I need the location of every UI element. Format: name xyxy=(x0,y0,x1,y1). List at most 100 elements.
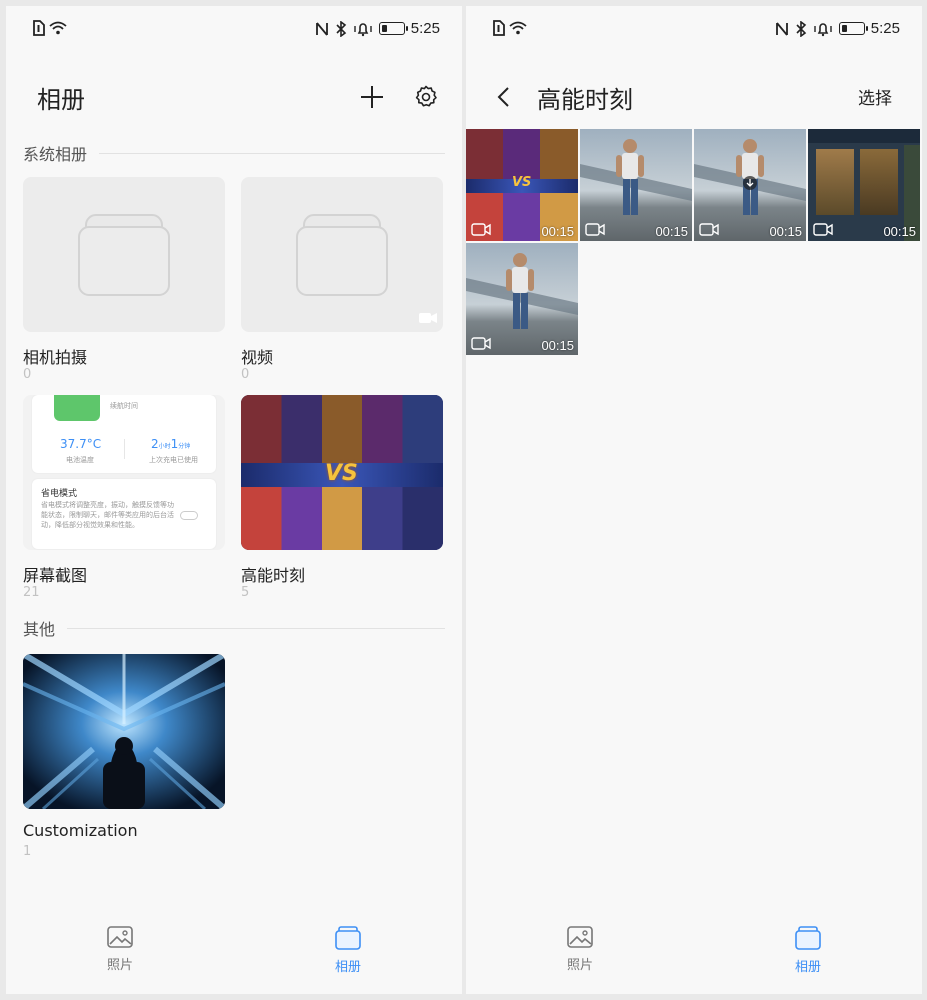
video-thumbnail[interactable]: 00:15 xyxy=(580,129,692,241)
game-portraits-bottom xyxy=(241,487,443,550)
wifi-icon xyxy=(49,21,67,35)
back-button[interactable] xyxy=(488,80,518,114)
album-thumbnail xyxy=(23,654,225,809)
video-camera-icon xyxy=(585,223,605,236)
album-count: 1 xyxy=(23,844,32,859)
page-title: 相册 xyxy=(37,86,85,114)
nav-photos[interactable]: 照片 xyxy=(6,920,234,994)
plus-icon xyxy=(361,86,383,108)
album-name: Customization xyxy=(23,821,138,840)
album-thumbnail: VS xyxy=(241,395,443,550)
album-screenshots[interactable]: 续航时间 37.7°C 电池温度 2小时1分钟 上次充电已使用 省电模式 省电模… xyxy=(23,395,225,601)
photo-icon xyxy=(107,926,133,948)
thumb-text: 续航时间 xyxy=(110,402,138,410)
album-name: 相机拍摄 xyxy=(23,348,88,367)
empty-album-icon xyxy=(78,213,170,296)
album-camera[interactable]: 相机拍摄 0 xyxy=(23,177,225,383)
thumb-mode-title: 省电模式 xyxy=(41,489,78,499)
divider xyxy=(99,152,445,154)
video-duration: 00:15 xyxy=(883,224,916,239)
album-count: 0 xyxy=(23,367,32,382)
game-character-image xyxy=(816,149,854,215)
nav-albums[interactable]: 相册 xyxy=(694,920,922,994)
status-bar: 5:25 xyxy=(6,6,462,54)
add-album-button[interactable] xyxy=(355,80,389,114)
bottom-nav: 照片 相册 xyxy=(6,920,462,994)
section-system-albums: 系统相册 xyxy=(23,141,445,165)
chevron-left-icon xyxy=(497,87,509,107)
video-duration: 00:15 xyxy=(541,224,574,239)
album-count: 0 xyxy=(241,367,250,382)
status-time: 5:25 xyxy=(870,20,900,37)
divider xyxy=(67,627,445,629)
nav-label: 相册 xyxy=(794,960,821,975)
album-name: 高能时刻 xyxy=(241,566,306,585)
screenshot-mode-card: 省电模式 省电模式将调整亮度，振动，触摸反馈等功能状态，限制聊天，邮件等类应用的… xyxy=(32,479,216,549)
bluetooth-icon xyxy=(336,20,347,37)
video-badge-icon xyxy=(419,313,437,323)
game-portraits-top xyxy=(466,129,578,179)
thumb-time: 2小时1分钟 xyxy=(151,437,191,451)
vibrate-icon xyxy=(354,22,372,36)
album-name: 视频 xyxy=(241,348,274,367)
toggle-graphic xyxy=(180,511,198,520)
vibrate-icon xyxy=(814,22,832,36)
header: 高能时刻 选择 xyxy=(466,66,922,126)
battery-icon xyxy=(378,22,408,35)
video-thumbnail[interactable]: 00:15 xyxy=(694,129,806,241)
game-character-image xyxy=(860,149,898,215)
album-icon xyxy=(335,926,361,950)
section-label: 其他 xyxy=(23,620,56,639)
thumb-text: 电池温度 xyxy=(66,456,94,464)
album-name: 屏幕截图 xyxy=(23,566,88,585)
nfc-icon xyxy=(775,21,788,36)
wifi-icon xyxy=(509,21,527,35)
game-top-bar xyxy=(808,129,920,143)
game-portraits-top xyxy=(241,395,443,463)
highlights-screen: 5:25 高能时刻 选择 VS 00:15 00:15 00:15 00:15 … xyxy=(466,6,922,994)
nav-label: 照片 xyxy=(566,958,593,973)
battery-graphic xyxy=(54,395,100,421)
album-thumbnail: 续航时间 37.7°C 电池温度 2小时1分钟 上次充电已使用 省电模式 省电模… xyxy=(23,395,225,550)
nfc-icon xyxy=(315,21,328,36)
thumb-text: 上次充电已使用 xyxy=(149,456,198,464)
video-camera-icon xyxy=(813,223,833,236)
empty-album-icon xyxy=(296,213,388,296)
sim-icon xyxy=(33,20,45,36)
album-count: 21 xyxy=(23,585,40,600)
settings-button[interactable] xyxy=(409,80,443,114)
screenshot-battery-card: 续航时间 37.7°C 电池温度 2小时1分钟 上次充电已使用 xyxy=(32,395,216,473)
vs-graphic: VS xyxy=(325,461,358,486)
select-button[interactable]: 选择 xyxy=(858,84,892,109)
photo-icon xyxy=(567,926,593,948)
album-thumbnail xyxy=(241,177,443,332)
albums-screen: 5:25 相册 系统相册 相机拍摄 0 视频 0 续航时间 37.7°C 电池温… xyxy=(6,6,462,994)
nav-albums[interactable]: 相册 xyxy=(234,920,462,994)
video-duration: 00:15 xyxy=(655,224,688,239)
nav-label: 相册 xyxy=(334,960,361,975)
video-thumbnail[interactable]: 00:15 xyxy=(808,129,920,241)
page-title: 高能时刻 xyxy=(537,86,633,114)
section-label: 系统相册 xyxy=(23,145,88,164)
video-thumbnail[interactable]: 00:15 xyxy=(466,243,578,355)
video-thumbnail[interactable]: VS 00:15 xyxy=(466,129,578,241)
header: 相册 xyxy=(6,66,462,126)
nav-photos[interactable]: 照片 xyxy=(466,920,694,994)
album-icon xyxy=(795,926,821,950)
status-time: 5:25 xyxy=(410,20,440,37)
bottom-nav: 照片 相册 xyxy=(466,920,922,994)
album-count: 5 xyxy=(241,585,250,600)
wallpaper-image xyxy=(23,654,225,809)
thumb-mode-desc: 省电模式将调整亮度，振动，触摸反馈等功能状态，限制聊天，邮件等类应用的后台活动，… xyxy=(41,501,174,529)
bluetooth-icon xyxy=(796,20,807,37)
album-highlights[interactable]: VS 高能时刻 5 xyxy=(241,395,443,601)
album-video[interactable]: 视频 0 xyxy=(241,177,443,383)
thumb-temp: 37.7°C xyxy=(60,437,102,451)
album-customization[interactable]: Customization 1 xyxy=(23,654,225,860)
album-thumbnail xyxy=(23,177,225,332)
video-camera-icon xyxy=(471,223,491,236)
battery-icon xyxy=(838,22,868,35)
vs-graphic: VS xyxy=(512,175,532,190)
section-other: 其他 xyxy=(23,616,445,640)
nav-label: 照片 xyxy=(106,958,133,973)
